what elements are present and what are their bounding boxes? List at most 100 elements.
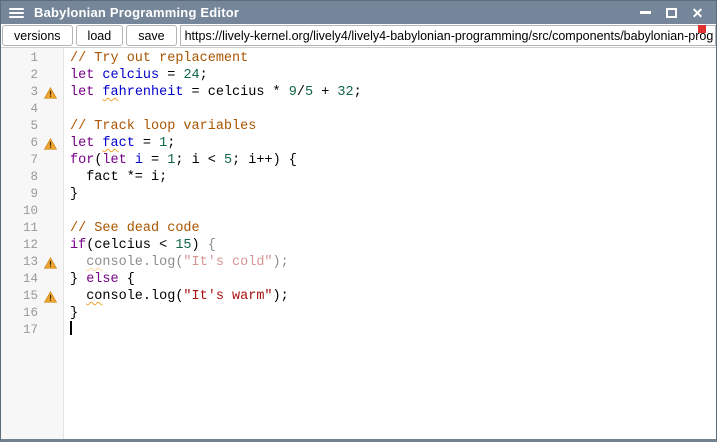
code-line[interactable]: 10	[1, 203, 716, 220]
code-text[interactable]: let fact = 1;	[65, 135, 716, 152]
code-token: hrenheit	[119, 85, 184, 100]
code-text[interactable]: }	[65, 186, 716, 203]
code-token: fa	[102, 136, 118, 151]
code-text[interactable]: console.log("It's cold");	[65, 254, 716, 271]
code-token: }	[70, 306, 78, 321]
line-number: 13	[1, 254, 41, 271]
code-line[interactable]: 2 let celcius = 24;	[1, 67, 716, 84]
gutter-cell	[41, 271, 65, 288]
line-number: 3	[1, 84, 41, 101]
code-token: nsole.log(	[102, 289, 183, 304]
code-text[interactable]: // Try out replacement	[65, 50, 716, 67]
warning-cell	[41, 84, 65, 101]
code-line[interactable]: 12 if(celcius < 15) {	[1, 237, 716, 254]
url-field-wrapper	[180, 25, 716, 46]
menu-icon-bar	[9, 8, 24, 10]
code-line[interactable]: 8 fact *= i;	[1, 169, 716, 186]
code-token: 32	[337, 85, 353, 100]
code-line[interactable]: 7for(let i = 1; i < 5; i++) {	[1, 152, 716, 169]
code-token: nsole.log(	[102, 255, 183, 270]
code-text[interactable]: let fahrenheit = celcius * 9/5 + 32;	[65, 84, 716, 101]
gutter-cell	[41, 152, 65, 169]
code-line[interactable]: 17	[1, 322, 716, 339]
gutter-cell	[41, 237, 65, 254]
save-button[interactable]: save	[126, 25, 176, 46]
code-text[interactable]: for(let i = 1; i < 5; i++) {	[65, 152, 716, 169]
code-token: ct	[119, 136, 135, 151]
code-line[interactable]: 3 let fahrenheit = celcius * 9/5 + 32;	[1, 84, 716, 101]
code-text[interactable]: if(celcius < 15) {	[65, 237, 716, 254]
code-token: ; i++) {	[232, 153, 297, 168]
code-token: }	[70, 272, 86, 287]
code-token	[70, 289, 86, 304]
code-text[interactable]: let celcius = 24;	[65, 67, 716, 84]
code-token: co	[86, 289, 102, 304]
code-text[interactable]: // Track loop variables	[65, 118, 716, 135]
code-token: let	[102, 153, 126, 168]
code-token: else	[86, 272, 118, 287]
code-line[interactable]: 4	[1, 101, 716, 118]
code-lines: 1// Try out replacement2 let celcius = 24…	[1, 48, 716, 339]
gutter-cell	[41, 305, 65, 322]
minimize-button[interactable]	[637, 4, 654, 21]
code-text[interactable]	[65, 322, 716, 339]
versions-button[interactable]: versions	[2, 25, 73, 46]
code-line[interactable]: 11// See dead code	[1, 220, 716, 237]
code-token: }	[70, 187, 78, 202]
code-text[interactable]: // See dead code	[65, 220, 716, 237]
code-line[interactable]: 15 console.log("It's warm");	[1, 288, 716, 305]
maximize-icon	[666, 8, 677, 18]
code-text[interactable]	[65, 203, 716, 220]
code-text[interactable]	[65, 101, 716, 118]
code-line[interactable]: 9}	[1, 186, 716, 203]
code-text[interactable]: fact *= i;	[65, 169, 716, 186]
code-token: "It's cold"	[183, 255, 272, 270]
code-token	[127, 153, 135, 168]
code-text[interactable]: console.log("It's warm");	[65, 288, 716, 305]
code-line[interactable]: 5// Track loop variables	[1, 118, 716, 135]
code-editor[interactable]: 1// Try out replacement2 let celcius = 24…	[1, 48, 716, 439]
code-token: co	[86, 255, 102, 270]
code-token: 24	[183, 68, 199, 83]
menu-icon-bar	[9, 12, 24, 14]
code-line[interactable]: 13 console.log("It's cold");	[1, 254, 716, 271]
code-line[interactable]: 14} else {	[1, 271, 716, 288]
close-button[interactable]: ✕	[689, 4, 706, 21]
code-token: );	[273, 255, 289, 270]
code-token: 9	[289, 85, 297, 100]
line-number: 2	[1, 67, 41, 84]
line-number: 10	[1, 203, 41, 220]
warning-cell	[41, 254, 65, 271]
gutter-cell	[41, 186, 65, 203]
code-token	[70, 255, 86, 270]
minimize-icon	[640, 11, 651, 14]
menu-icon[interactable]	[1, 1, 31, 24]
code-line[interactable]: 6 let fact = 1;	[1, 135, 716, 152]
warning-cell	[41, 288, 65, 305]
code-token: =	[135, 136, 159, 151]
warning-icon	[44, 87, 57, 99]
line-number: 17	[1, 322, 41, 339]
line-number: 8	[1, 169, 41, 186]
line-number: 4	[1, 101, 41, 118]
code-token: let	[70, 136, 94, 151]
code-token: "It's warm"	[183, 289, 272, 304]
line-number: 12	[1, 237, 41, 254]
code-token: ; i <	[175, 153, 224, 168]
code-text[interactable]: } else {	[65, 271, 716, 288]
code-token: =	[143, 153, 167, 168]
menu-icon-bar	[9, 16, 24, 18]
code-text[interactable]: }	[65, 305, 716, 322]
url-input[interactable]	[180, 25, 716, 46]
code-token: fact *= i;	[70, 170, 167, 185]
maximize-button[interactable]	[663, 4, 680, 21]
line-number: 15	[1, 288, 41, 305]
code-token: );	[273, 289, 289, 304]
gutter-cell	[41, 67, 65, 84]
line-number: 16	[1, 305, 41, 322]
code-line[interactable]: 16}	[1, 305, 716, 322]
code-line[interactable]: 1// Try out replacement	[1, 50, 716, 67]
line-number: 6	[1, 135, 41, 152]
gutter-cell	[41, 169, 65, 186]
load-button[interactable]: load	[76, 25, 124, 46]
